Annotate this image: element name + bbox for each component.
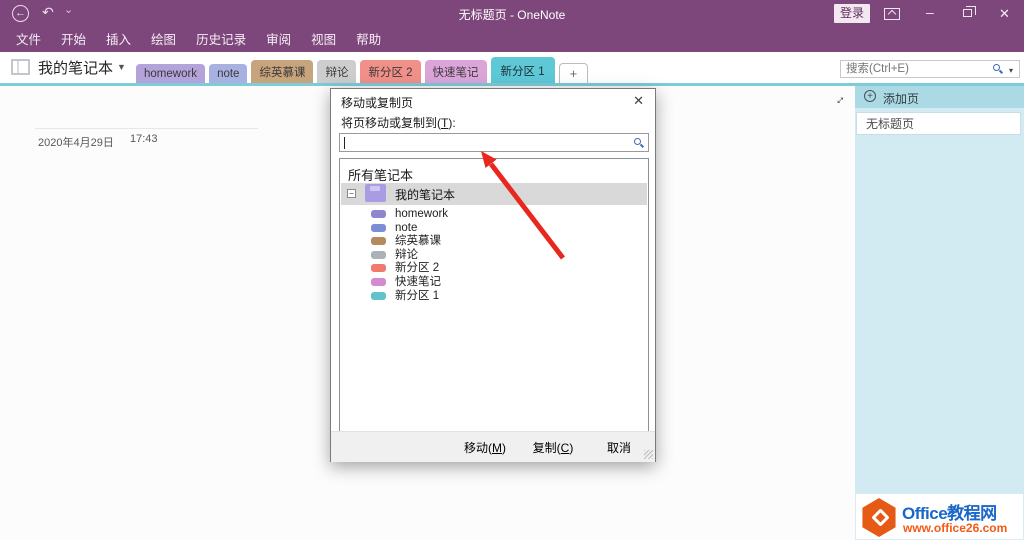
tree-notebook-icon xyxy=(365,184,386,202)
section-tab[interactable]: 新分区 2 xyxy=(360,60,421,83)
close-icon[interactable]: ✕ xyxy=(999,6,1010,22)
onenote-window: ← ↶ ⌄ 无标题页 - OneNote 登录 – ✕ 文件 开始 插入 绘图 历史记录… xyxy=(0,0,1024,540)
section-icon xyxy=(371,291,386,300)
dialog-label: 将页移动或复制到(T): xyxy=(341,114,456,131)
section-tab[interactable]: 快速笔记 xyxy=(424,60,487,83)
section-label: 综英慕课 xyxy=(395,235,441,248)
dialog-label-post: ): xyxy=(448,116,456,130)
add-page-plus-icon: + xyxy=(864,90,876,102)
text-caret xyxy=(344,137,345,149)
search-dropdown-icon[interactable]: ▾ xyxy=(1009,66,1013,75)
section-tab[interactable]: homework xyxy=(136,64,206,83)
menu-item[interactable]: 插入 xyxy=(96,28,141,52)
section-icon xyxy=(371,250,386,259)
menu-item[interactable]: 文件 xyxy=(6,28,51,52)
menu-item[interactable]: 视图 xyxy=(301,28,346,52)
search-input[interactable] xyxy=(846,62,976,76)
dialog-title: 移动或复制页 xyxy=(341,96,414,110)
section-label: 快速笔记 xyxy=(395,276,441,288)
minimize-icon[interactable]: – xyxy=(926,4,934,20)
section-label: 新分区 2 xyxy=(395,262,440,275)
section-tab[interactable]: 辩论 xyxy=(317,60,357,83)
search-icon[interactable] xyxy=(993,64,1000,71)
dialog-search-icon xyxy=(634,138,641,145)
dialog-footer: 移动(M) 复制(C) 取消 xyxy=(331,431,655,462)
new-section-tab[interactable]: + xyxy=(558,63,589,83)
tree-header: 所有笔记本 xyxy=(348,168,414,183)
tree-section-row[interactable]: 新分区 2 xyxy=(341,261,647,275)
section-label: homework xyxy=(395,208,449,220)
cancel-button[interactable]: 取消 xyxy=(592,439,646,460)
add-page-label: 添加页 xyxy=(883,92,920,106)
title-bar: ← ↶ ⌄ 无标题页 - OneNote 登录 – ✕ xyxy=(0,0,1024,28)
section-tab[interactable]: 新分区 1 xyxy=(490,57,555,83)
watermark-logo: Office教程网 www.office26.com xyxy=(855,493,1024,540)
tree-section-row[interactable]: 新分区 1 xyxy=(341,289,647,303)
notebook-icon xyxy=(11,59,30,75)
ribbon-display-options-icon[interactable] xyxy=(884,8,900,20)
copy-label-pre: 复制( xyxy=(532,441,561,455)
menu-item[interactable]: 帮助 xyxy=(346,28,391,52)
dialog-close-icon[interactable]: ✕ xyxy=(633,93,644,109)
expand-icon[interactable]: ↔ xyxy=(828,88,851,111)
copy-label-post: ) xyxy=(569,441,574,455)
section-tab[interactable]: 综英慕课 xyxy=(251,60,314,83)
menu-bar: 文件 开始 插入 绘图 历史记录 审阅 视图 帮助 xyxy=(0,28,1024,52)
tree-notebook-row[interactable]: − 我的笔记本 xyxy=(341,183,647,205)
notebook-dropdown-icon[interactable]: ▼ xyxy=(117,62,126,72)
office-logo-icon xyxy=(862,498,896,537)
move-button[interactable]: 移动(M) xyxy=(456,439,514,460)
page-date: 2020年4月29日 xyxy=(38,137,114,149)
section-icon xyxy=(371,237,386,246)
resize-grip[interactable] xyxy=(644,450,653,459)
add-page-button[interactable]: + 添加页 xyxy=(855,86,1024,108)
move-label-post: ) xyxy=(502,441,506,455)
collapse-icon[interactable]: − xyxy=(347,189,356,198)
move-label-pre: 移动( xyxy=(464,441,492,455)
notebook-tree[interactable]: 所有笔记本 − 我的笔记本 homework note 综英慕课 辩论 新分区 2 快速笔… xyxy=(339,158,649,432)
tree-section-row[interactable]: 综英慕课 xyxy=(341,234,647,248)
section-tab[interactable]: note xyxy=(209,64,248,83)
section-label: 新分区 1 xyxy=(395,289,440,302)
page-list-item[interactable]: 无标题页 xyxy=(856,112,1021,135)
watermark-url: www.office26.com xyxy=(903,521,1008,535)
menu-item[interactable]: 审阅 xyxy=(256,28,301,52)
notebook-bar: 我的笔记本 ▼ homework note 综英慕课 辩论 新分区 2 快速笔记 新分区 1… xyxy=(0,52,1024,83)
section-icon xyxy=(371,223,386,232)
menu-item[interactable]: 历史记录 xyxy=(186,28,256,52)
section-icon xyxy=(371,278,386,286)
sign-in-button[interactable]: 登录 xyxy=(834,4,870,23)
page-title-rule xyxy=(35,128,258,129)
copy-button[interactable]: 复制(C) xyxy=(524,439,582,460)
tree-section-row[interactable]: 快速笔记 xyxy=(341,275,647,289)
page-time: 17:43 xyxy=(130,133,158,145)
page-list-sidebar: + 添加页 无标题页 xyxy=(855,86,1024,540)
dialog-label-pre: 将页移动或复制到( xyxy=(341,116,441,130)
section-icon xyxy=(371,264,386,273)
section-tab-strip: homework note 综英慕课 辩论 新分区 2 快速笔记 新分区 1 + xyxy=(136,57,589,83)
menu-item[interactable]: 绘图 xyxy=(141,28,186,52)
restore-icon[interactable] xyxy=(963,6,976,17)
tree-notebook-label: 我的笔记本 xyxy=(395,188,456,202)
move-label-key: M xyxy=(492,441,502,455)
section-label: note xyxy=(395,221,418,234)
tree-section-row[interactable]: 辩论 xyxy=(341,248,647,262)
tree-section-row[interactable]: note xyxy=(341,221,647,235)
section-icon xyxy=(371,210,386,218)
search-box[interactable]: ▾ xyxy=(840,60,1020,78)
move-copy-dialog: 移动或复制页 ✕ 将页移动或复制到(T): 所有笔记本 − 我的笔记本 home… xyxy=(330,88,656,462)
tree-section-row[interactable]: homework xyxy=(341,207,647,221)
menu-item[interactable]: 开始 xyxy=(51,28,96,52)
destination-search-input[interactable] xyxy=(339,133,649,152)
window-title: 无标题页 - OneNote xyxy=(458,8,566,22)
notebook-name[interactable]: 我的笔记本 xyxy=(38,57,113,78)
section-label: 辩论 xyxy=(395,248,418,261)
